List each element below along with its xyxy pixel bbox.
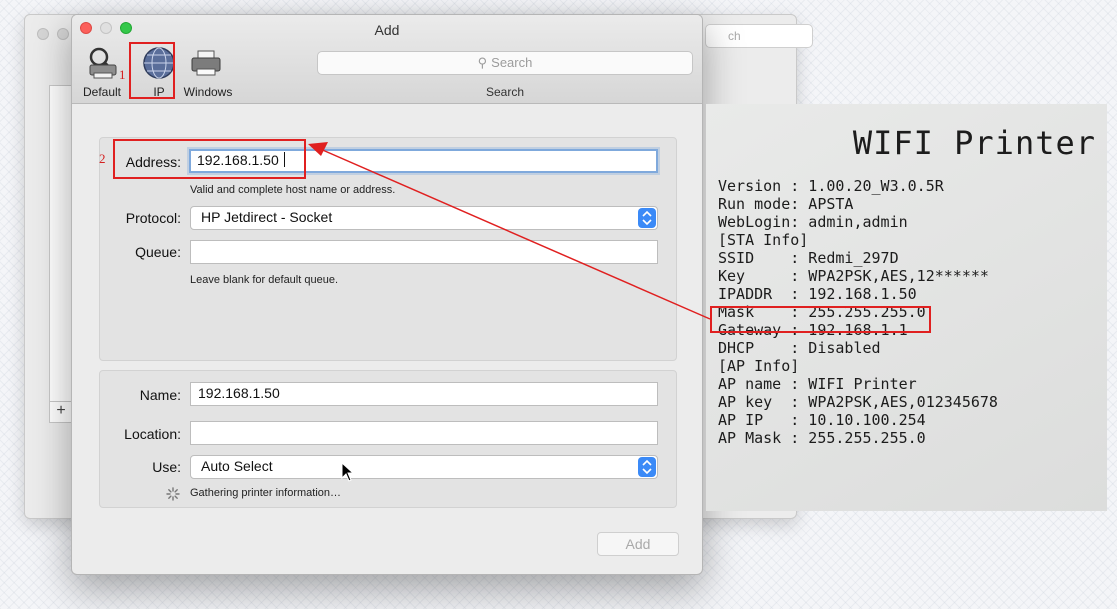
annotation-box-ipaddr [710, 306, 931, 333]
window-title: Add [374, 22, 400, 38]
location-field[interactable] [190, 421, 658, 445]
mouse-cursor-icon [341, 462, 355, 482]
default-printer-icon [89, 47, 117, 79]
use-label: Use: [152, 459, 181, 475]
address-hint: Valid and complete host name or address. [190, 184, 396, 196]
search-placeholder: Search [491, 55, 533, 70]
protocol-popup[interactable]: HP Jetdirect - Socket [190, 206, 658, 230]
use-popup[interactable]: Auto Select [190, 455, 658, 479]
protocol-label: Protocol: [125, 210, 181, 226]
toolbar-windows-label: Windows [183, 85, 233, 99]
receipt-line: [AP Info] [718, 357, 800, 375]
receipt-line: Run mode: APSTA [718, 195, 854, 213]
annotation-box-ip [129, 42, 175, 99]
printer-icon [191, 50, 221, 76]
receipt-line: Key : WPA2PSK,AES,12****** [718, 267, 989, 285]
annotation-number-1: 1 [119, 67, 126, 82]
add-button[interactable]: Add [597, 532, 679, 556]
receipt-line: AP Mask : 255.255.255.0 [718, 429, 926, 447]
search-field[interactable]: ⚲ Search [317, 51, 693, 75]
receipt-line: Version : 1.00.20_W3.0.5R [718, 177, 944, 195]
add-printer-button[interactable]: + [49, 401, 73, 423]
annotation-box-address [113, 139, 306, 179]
receipt-line-ipaddr: IPADDR : 192.168.1.50 [718, 285, 917, 303]
receipt-line: SSID : Redmi_297D [718, 249, 899, 267]
receipt-line: AP IP : 10.10.100.254 [718, 411, 926, 429]
annotation-number-2: 2 [99, 151, 106, 166]
search-caption: Search [485, 85, 525, 99]
location-label: Location: [124, 426, 181, 442]
popup-arrows-icon [638, 208, 656, 228]
name-field[interactable]: 192.168.1.50 [190, 382, 658, 406]
receipt-line: WebLogin: admin,admin [718, 213, 908, 231]
status-text: Gathering printer information… [190, 487, 342, 499]
receipt-title: WIFI Printer [852, 124, 1096, 162]
popup-arrows-icon [638, 457, 656, 477]
toolbar-default-label: Default [82, 85, 122, 99]
receipt-line: [STA Info] [718, 231, 809, 249]
toolbar-windows-button[interactable]: Windows [178, 45, 234, 101]
background-window-controls [37, 28, 69, 40]
receipt-line: AP key : WPA2PSK,AES,012345678 [718, 393, 998, 411]
queue-hint: Leave blank for default queue. [190, 274, 339, 286]
receipt-line: DHCP : Disabled [718, 339, 881, 357]
queue-field[interactable] [190, 240, 658, 264]
spinner-icon [166, 487, 180, 501]
use-value: Auto Select [201, 458, 273, 474]
name-label: Name: [139, 387, 181, 403]
protocol-value: HP Jetdirect - Socket [201, 209, 333, 225]
receipt-line: AP name : WIFI Printer [718, 375, 917, 393]
search-icon: ⚲ [477, 55, 488, 70]
queue-label: Queue: [135, 244, 181, 260]
background-search-field[interactable]: ch [705, 24, 813, 48]
